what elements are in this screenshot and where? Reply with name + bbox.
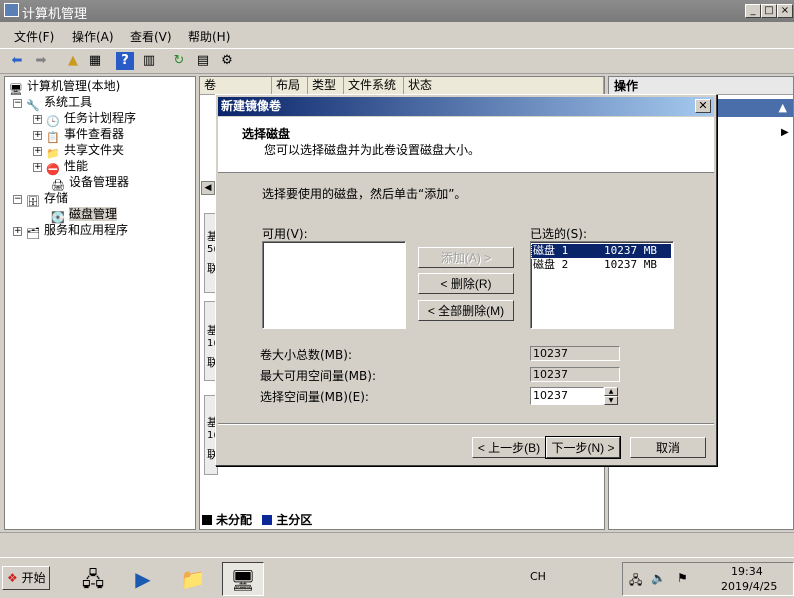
toolbar: ⬅ ➡ ▲ ▦ ? ▥ ↻ ▤ ⚙ [0, 48, 794, 74]
refresh-icon[interactable]: ↻ [170, 52, 188, 70]
total-size-label: 卷大小总数(MB): [260, 348, 352, 362]
menu-file[interactable]: 文件(F) [14, 28, 54, 45]
up-folder-icon[interactable]: ▲ [64, 52, 82, 70]
unallocated-swatch [202, 515, 212, 525]
taskbar: ❖ 开始 🖧 ▶ 📁 🖥 CH 🖧 🔈 ⚑ 19:34 2019/4/25 [0, 557, 794, 598]
action-pane-icon[interactable]: ▥ [140, 52, 158, 70]
back-arrow-icon[interactable]: ⬅ [8, 52, 26, 70]
available-disks-list[interactable] [262, 241, 406, 329]
spin-down-icon[interactable]: ▼ [604, 396, 618, 405]
window-title-bar[interactable]: 计算机管理 _ □ × [0, 0, 794, 22]
selected-disks-list[interactable]: 磁盘 1 10237 MB 磁盘 2 10237 MB [530, 241, 674, 329]
dialog-header: 选择磁盘 您可以选择磁盘并为此卷设置磁盘大小。 [218, 117, 714, 173]
remove-all-button[interactable]: < 全部删除(M) [418, 300, 514, 321]
tree-item-disk-management[interactable]: 💽 磁盘管理 [51, 206, 118, 224]
collapse-up-icon[interactable]: ▲ [779, 101, 787, 114]
dialog-subheading: 您可以选择磁盘并为此卷设置磁盘大小。 [264, 143, 481, 157]
server-manager-icon[interactable]: 🖧 [76, 562, 110, 596]
remove-button[interactable]: < 删除(R) [418, 273, 514, 294]
menu-help[interactable]: 帮助(H) [188, 28, 230, 45]
network-icon[interactable]: 🖧 [629, 571, 642, 592]
computer-management-icon [4, 3, 19, 17]
minimize-button[interactable]: _ [745, 4, 761, 18]
list-item[interactable]: 磁盘 1 10237 MB [531, 243, 672, 259]
computer-management-task-icon[interactable]: 🖥 [222, 562, 264, 596]
column-type[interactable]: 类型 [308, 77, 344, 95]
close-button[interactable]: × [777, 4, 793, 18]
tree-item-shared-folders[interactable]: + 📁 共享文件夹 [33, 142, 124, 160]
column-status[interactable]: 状态 [404, 77, 604, 95]
expand-icon[interactable]: + [33, 131, 42, 140]
tree-item-services-apps[interactable]: + 🗂 服务和应用程序 [13, 222, 128, 240]
primary-partition-swatch [262, 515, 273, 525]
column-layout[interactable]: 布局 [272, 77, 308, 95]
tree-item-root[interactable]: 🖥 计算机管理(本地) [9, 78, 120, 96]
select-space-label: 选择空间量(MB)(E): [260, 390, 369, 404]
clock-time[interactable]: 19:34 [731, 565, 763, 578]
status-bar [0, 532, 794, 552]
show-hide-tree-icon[interactable]: ▦ [86, 52, 104, 70]
expand-icon[interactable]: + [13, 227, 22, 236]
spin-up-icon[interactable]: ▲ [604, 387, 618, 396]
services-icon: 🗂 [26, 227, 40, 240]
dialog-close-button[interactable]: ✕ [695, 99, 711, 113]
scroll-left-button[interactable]: ◀ [201, 181, 215, 195]
max-space-label: 最大可用空间量(MB): [260, 369, 376, 383]
dialog-heading: 选择磁盘 [242, 127, 291, 141]
maximize-button[interactable]: □ [761, 4, 777, 18]
column-volume[interactable]: 卷 [200, 77, 272, 95]
instruction-text: 选择要使用的磁盘，然后单击“添加”。 [262, 187, 467, 201]
tree-item-device-manager[interactable]: 🖨 设备管理器 [51, 174, 129, 192]
dialog-divider [218, 423, 714, 425]
volume-icon[interactable]: 🔈 [651, 571, 666, 585]
menu-bar: 文件(F) 操作(A) 查看(V) 帮助(H) [0, 24, 794, 46]
window-title: 计算机管理 [22, 7, 88, 22]
cancel-button[interactable]: 取消 [630, 437, 706, 458]
add-button[interactable]: 添加(A) > [418, 247, 514, 268]
flag-icon[interactable]: ⚑ [677, 571, 688, 585]
menu-action[interactable]: 操作(A) [72, 28, 114, 45]
tree-item-system-tools[interactable]: − 🔧 系统工具 [13, 94, 92, 112]
clock-date[interactable]: 2019/4/25 [721, 580, 777, 593]
max-space-value: 10237 [530, 367, 620, 382]
storage-icon: 🗄 [26, 195, 40, 208]
collapse-icon[interactable]: − [13, 195, 22, 204]
more-actions-arrow-icon[interactable]: ▶ [781, 127, 789, 138]
disk-legend: 未分配 主分区 [202, 511, 312, 529]
actions-header: 操作 [609, 77, 793, 95]
collapse-icon[interactable]: − [13, 99, 22, 108]
tree-item-event-viewer[interactable]: + 📋 事件查看器 [33, 126, 124, 144]
tree-item-task-scheduler[interactable]: + 🕒 任务计划程序 [33, 110, 136, 128]
next-button[interactable]: 下一步(N) > [545, 436, 621, 459]
expand-icon[interactable]: + [33, 115, 42, 124]
list-item[interactable]: 磁盘 2 10237 MB [532, 258, 671, 272]
available-label: 可用(V): [262, 227, 308, 241]
input-language[interactable]: CH [530, 570, 546, 583]
back-button[interactable]: < 上一步(B) [472, 437, 546, 458]
settings-icon[interactable]: ⚙ [218, 52, 236, 70]
menu-view[interactable]: 查看(V) [130, 28, 172, 45]
column-filesystem[interactable]: 文件系统 [344, 77, 404, 95]
powershell-icon[interactable]: ▶ [126, 562, 160, 596]
dialog-title-bar[interactable]: 新建镜像卷 ✕ [218, 97, 714, 116]
select-space-input[interactable]: 10237 [530, 387, 604, 405]
forward-arrow-icon[interactable]: ➡ [32, 52, 50, 70]
windows-logo-icon: ❖ [7, 571, 18, 585]
expand-icon[interactable]: + [33, 147, 42, 156]
explorer-folder-icon[interactable]: 📁 [176, 562, 210, 596]
dialog-title: 新建镜像卷 [221, 99, 282, 113]
tree-item-storage[interactable]: − 🗄 存储 [13, 190, 68, 208]
tree-item-performance[interactable]: + ⛔ 性能 [33, 158, 88, 176]
new-mirrored-volume-dialog: 新建镜像卷 ✕ 选择磁盘 您可以选择磁盘并为此卷设置磁盘大小。 选择要使用的磁盘… [215, 94, 717, 466]
expand-icon[interactable]: + [33, 163, 42, 172]
properties-icon[interactable]: ▤ [194, 52, 212, 70]
system-tray: 🖧 🔈 ⚑ 19:34 2019/4/25 [622, 562, 794, 596]
navigation-tree: 🖥 计算机管理(本地) − 🔧 系统工具 + 🕒 任务计划程序 + 📋 事件查看器 + 📁 共享文… [4, 76, 196, 530]
total-size-value: 10237 [530, 346, 620, 361]
start-button[interactable]: ❖ 开始 [2, 566, 50, 590]
help-icon[interactable]: ? [116, 52, 134, 70]
selected-label: 已选的(S): [530, 227, 588, 241]
